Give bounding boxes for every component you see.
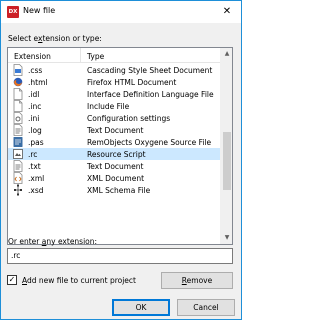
list-item[interactable]: .xsd XML Schema File (8, 184, 220, 196)
document-icon (13, 88, 23, 100)
add-to-project-checkbox[interactable]: ✓ (7, 275, 17, 285)
vertical-scrollbar[interactable]: ▲ ▼ (220, 48, 232, 244)
list-item-extension: .idl (28, 90, 40, 99)
list-item-type: Interface Definition Language File (87, 90, 214, 99)
list-item[interactable]: .ini Configuration settings (8, 112, 220, 124)
list-item-extension: .log (28, 126, 42, 135)
list-header: Extension Type (8, 48, 220, 63)
extension-list-label-text-start: Select e (8, 34, 39, 43)
list-item-extension: .pas (28, 138, 44, 147)
extension-list-label-text-end: tension or type: (42, 34, 102, 43)
list-item-type: Include File (87, 102, 130, 111)
dialog-body: Select extension or type: Extension Type… (1, 23, 241, 319)
resource-file-icon (13, 148, 23, 160)
list-item-type: XML Document (87, 174, 145, 183)
scroll-down-icon[interactable]: ▼ (221, 232, 232, 244)
custom-extension-label-text-start: Or enter (8, 237, 42, 246)
settings-file-icon (13, 112, 23, 124)
new-file-dialog: DX New file ✕ Select extension or type: … (0, 0, 242, 320)
extension-list[interactable]: Extension Type .css Cascading Style Sheet… (7, 47, 233, 245)
close-button[interactable]: ✕ (215, 2, 239, 22)
list-item-type: Text Document (87, 162, 144, 171)
close-icon: ✕ (222, 6, 232, 17)
list-item-type: RemObjects Oxygene Source File (87, 138, 212, 147)
custom-extension-label-text-end: ny extension: (46, 237, 98, 246)
list-item[interactable]: .pas RemObjects Oxygene Source File (8, 136, 220, 148)
app-logo-icon: DX (7, 6, 19, 18)
list-item-extension: .txt (28, 162, 41, 171)
list-item[interactable]: .txt Text Document (8, 160, 220, 172)
firefox-icon (13, 76, 23, 88)
list-item[interactable]: .inc Include File (8, 100, 220, 112)
add-to-project-label[interactable]: Add new file to current project (22, 276, 136, 285)
list-item-type: XML Schema File (87, 186, 151, 195)
xsd-file-icon (13, 184, 23, 196)
list-item[interactable]: .log Text Document (8, 124, 220, 136)
list-item-extension: .rc (28, 150, 38, 159)
list-item-type: Firefox HTML Document (87, 78, 177, 87)
add-to-project-label-text: dd new file to current project (27, 276, 136, 285)
css-file-icon (13, 64, 23, 76)
remove-button[interactable]: Remove (161, 272, 233, 289)
ok-button[interactable]: OK (112, 299, 170, 316)
text-file-icon (13, 124, 23, 136)
scroll-up-icon[interactable]: ▲ (221, 48, 232, 60)
title-bar[interactable]: DX New file ✕ (1, 1, 241, 23)
list-item-type: Text Document (87, 126, 144, 135)
list-item-extension: .xsd (28, 186, 44, 195)
list-item-type: Configuration settings (87, 114, 171, 123)
list-item-type: Cascading Style Sheet Document (87, 66, 213, 75)
list-item-extension: .inc (28, 102, 42, 111)
list-item-extension: .html (28, 78, 48, 87)
list-item[interactable]: .rc Resource Script (8, 148, 220, 160)
list-item[interactable]: .idl Interface Definition Language File (8, 88, 220, 100)
column-header-extension[interactable]: Extension (14, 52, 51, 61)
list-item[interactable]: .xml XML Document (8, 172, 220, 184)
list-item-type: Resource Script (87, 150, 146, 159)
custom-extension-label: Or enter any extension: (8, 237, 97, 246)
text-file-icon (13, 160, 23, 172)
document-icon (13, 100, 23, 112)
window-title: New file (23, 6, 56, 15)
list-item-extension: .xml (28, 174, 45, 183)
remove-button-label: emove (186, 276, 213, 285)
checkmark-icon: ✓ (8, 275, 16, 284)
xml-file-icon (13, 172, 23, 184)
list-item-extension: .ini (28, 114, 40, 123)
scrollbar-thumb[interactable] (223, 132, 231, 190)
list-item[interactable]: .css Cascading Style Sheet Document (8, 64, 220, 76)
list-rows: .css Cascading Style Sheet Document .html F… (8, 64, 220, 196)
list-item[interactable]: .html Firefox HTML Document (8, 76, 220, 88)
extension-list-label: Select extension or type: (8, 34, 102, 43)
column-header-type[interactable]: Type (87, 52, 104, 61)
cancel-button[interactable]: Cancel (177, 299, 235, 316)
extension-input[interactable]: .rc (7, 248, 233, 264)
list-item-extension: .css (28, 66, 43, 75)
pas-file-icon (13, 136, 23, 148)
column-divider[interactable] (80, 48, 81, 63)
